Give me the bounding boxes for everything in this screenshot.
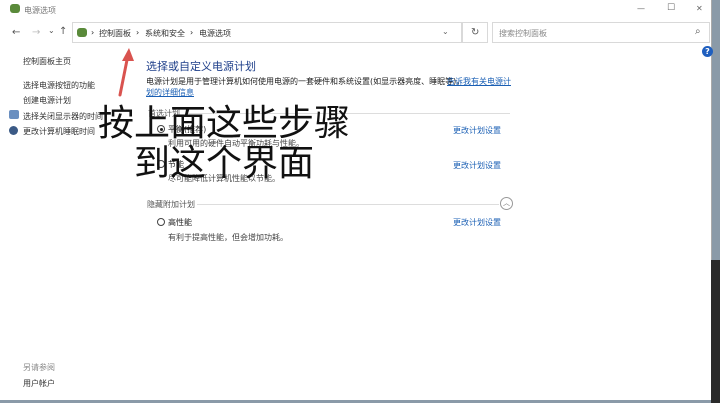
window-title: 电源选项: [24, 6, 56, 15]
separator: ›: [190, 28, 194, 37]
minimize-button[interactable]: —: [637, 4, 645, 13]
separator: ›: [91, 28, 95, 37]
address-dropdown-icon[interactable]: ⌄: [442, 27, 449, 36]
sidebar-display-off-time[interactable]: 选择关闭显示器的时间: [23, 111, 103, 122]
breadcrumb-control-panel[interactable]: 控制面板: [99, 28, 131, 39]
refresh-icon: ↻: [471, 27, 480, 38]
learn-more-link[interactable]: 告诉我有关电源计划的详细信息: [146, 76, 511, 98]
page-title: 选择或自定义电源计划: [146, 60, 256, 73]
forward-button[interactable]: →: [32, 27, 40, 38]
search-input[interactable]: 搜索控制面板 ⌕: [492, 22, 710, 43]
red-arrow-annotation: [118, 48, 134, 97]
help-button[interactable]: ?: [702, 46, 713, 57]
moon-icon: [9, 126, 18, 135]
app-icon: [10, 4, 20, 13]
divider: [197, 204, 499, 205]
help-icon: ?: [705, 47, 710, 56]
instruction-text-line1: 按上面这些步骤: [98, 103, 351, 144]
up-button[interactable]: ↑: [59, 26, 67, 37]
plan-name-high-performance[interactable]: 高性能: [168, 217, 192, 228]
plan-desc-high-performance: 有利于提高性能，但会增加功耗。: [168, 233, 288, 242]
monitor-icon: [9, 110, 19, 119]
change-plan-settings-power-saver[interactable]: 更改计划设置: [453, 160, 501, 171]
maximize-button[interactable]: ☐: [667, 3, 675, 13]
sidebar-power-button-function[interactable]: 选择电源按钮的功能: [23, 80, 95, 91]
hidden-plans-header: 隐藏附加计划: [147, 200, 195, 209]
close-button[interactable]: ✕: [696, 4, 703, 13]
refresh-button[interactable]: ↻: [462, 22, 488, 43]
sidebar-create-power-plan[interactable]: 创建电源计划: [23, 95, 71, 106]
power-options-window: 电源选项 — ☐ ✕ ← → ⌄ ↑ › 控制面板 › 系统和安全 › 电源选项…: [0, 0, 713, 400]
change-plan-settings-high-performance[interactable]: 更改计划设置: [453, 217, 501, 228]
background-window: [711, 260, 720, 403]
address-bar[interactable]: › 控制面板 › 系统和安全 › 电源选项 ⌄: [72, 22, 462, 43]
user-accounts-link[interactable]: 用户帐户: [23, 378, 55, 389]
control-panel-icon: [77, 28, 87, 37]
collapse-chevron-icon[interactable]: ︿: [500, 197, 513, 210]
sidebar-control-panel-home[interactable]: 控制面板主页: [23, 56, 71, 67]
back-button[interactable]: ←: [12, 27, 20, 38]
change-plan-settings-balanced[interactable]: 更改计划设置: [453, 125, 501, 136]
breadcrumb-system-security[interactable]: 系统和安全: [145, 28, 185, 39]
see-also-label: 另请参阅: [23, 363, 55, 372]
sidebar-sleep-time[interactable]: 更改计算机睡眠时间: [23, 126, 95, 137]
plan-radio-high-performance[interactable]: [157, 218, 165, 226]
separator: ›: [136, 28, 140, 37]
search-icon[interactable]: ⌕: [695, 26, 701, 37]
instruction-text-line2: 到这个界面: [134, 143, 315, 184]
search-placeholder: 搜索控制面板: [499, 29, 547, 38]
breadcrumb-power-options[interactable]: 电源选项: [199, 28, 231, 39]
recent-locations-button[interactable]: ⌄: [48, 26, 55, 35]
